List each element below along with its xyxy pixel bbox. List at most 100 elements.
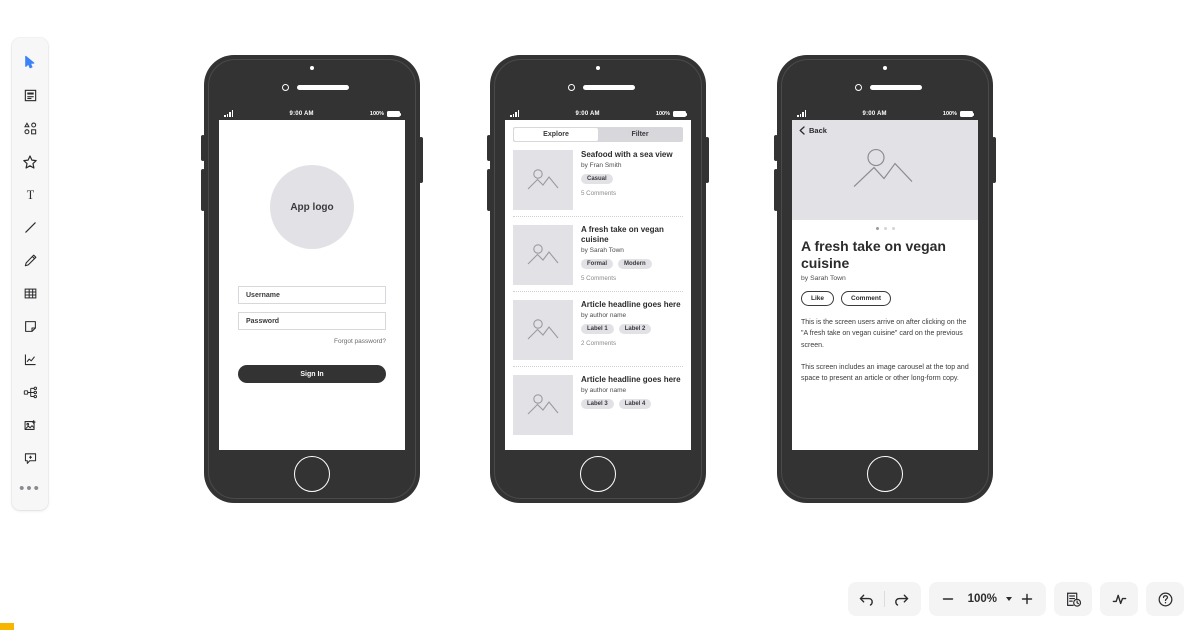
list-item[interactable]: Seafood with a sea view by Fran Smith Ca… bbox=[513, 142, 683, 217]
list-item[interactable]: Article headline goes here by author nam… bbox=[513, 367, 683, 441]
sticky-note-tool[interactable] bbox=[14, 310, 46, 343]
add-comment-tool[interactable] bbox=[14, 442, 46, 475]
add-image-tool[interactable] bbox=[14, 409, 46, 442]
version-history-button[interactable] bbox=[1058, 584, 1088, 614]
comment-button[interactable]: Comment bbox=[841, 291, 891, 307]
chevron-left-icon bbox=[799, 126, 805, 135]
article-paragraph-1: This is the screen users arrive on after… bbox=[801, 319, 967, 349]
like-button[interactable]: Like bbox=[801, 291, 835, 307]
camera-dot bbox=[883, 66, 887, 70]
tab-explore[interactable]: Explore bbox=[514, 128, 598, 141]
speaker-grill bbox=[583, 85, 635, 90]
version-history-icon bbox=[1066, 592, 1081, 607]
table-tool[interactable] bbox=[14, 277, 46, 310]
zoom-out-button[interactable] bbox=[933, 584, 963, 614]
app-root: T ••• 9:00 AM 100% App logo Username Pas… bbox=[0, 0, 1200, 630]
home-button[interactable] bbox=[867, 456, 903, 492]
select-tool[interactable] bbox=[14, 46, 46, 79]
carousel-dots[interactable] bbox=[792, 227, 978, 230]
tag-badge[interactable]: Label 2 bbox=[618, 324, 652, 335]
status-bar-left bbox=[510, 110, 520, 117]
mindmap-tool[interactable] bbox=[14, 376, 46, 409]
text-tool[interactable]: T bbox=[14, 178, 46, 211]
tag-badge[interactable]: Label 3 bbox=[581, 399, 614, 410]
help-button[interactable] bbox=[1150, 584, 1180, 614]
phone-screen-list: 9:00 AM 100% Explore Filter Seafood with… bbox=[505, 107, 691, 450]
frame-tool[interactable] bbox=[14, 79, 46, 112]
article-paragraph-2: This screen includes an image carousel a… bbox=[801, 364, 969, 383]
carousel-dot[interactable] bbox=[875, 227, 879, 230]
password-input[interactable]: Password bbox=[238, 312, 386, 330]
thumbnail-placeholder bbox=[513, 225, 573, 285]
list-item-comments: 2 Comments bbox=[581, 340, 617, 348]
segmented-control: Explore Filter bbox=[513, 127, 683, 142]
signal-icon bbox=[797, 110, 807, 117]
undo-button[interactable] bbox=[852, 584, 882, 614]
activity-button[interactable] bbox=[1104, 584, 1134, 614]
home-button[interactable] bbox=[294, 456, 330, 492]
activity-icon bbox=[1112, 594, 1126, 604]
list-item-author: by author name bbox=[581, 312, 627, 320]
shapes-tool[interactable] bbox=[14, 112, 46, 145]
zoom-level-label: 100% bbox=[967, 593, 997, 605]
status-bar-right: 100% bbox=[656, 110, 688, 117]
list-item-tags: Label 1 Label 2 bbox=[581, 324, 683, 335]
list-item-content: Article headline goes here by author nam… bbox=[581, 375, 683, 435]
tab-filter[interactable]: Filter bbox=[598, 128, 682, 141]
carousel-dot[interactable] bbox=[891, 227, 895, 230]
tag-badge[interactable]: Label 1 bbox=[581, 324, 614, 335]
redo-button[interactable] bbox=[887, 584, 917, 614]
zoom-in-button[interactable] bbox=[1012, 584, 1042, 614]
status-bar-left bbox=[797, 110, 807, 117]
more-tools-button[interactable]: ••• bbox=[14, 475, 46, 508]
forgot-password-link[interactable]: Forgot password? bbox=[238, 338, 386, 345]
tag-badge[interactable]: Modern bbox=[618, 259, 652, 270]
list-item-title: Article headline goes here bbox=[581, 300, 681, 309]
speaker-grill bbox=[297, 85, 349, 90]
star-tool[interactable] bbox=[14, 145, 46, 178]
list-item-content: A fresh take on vegan cuisine by Sarah T… bbox=[581, 225, 683, 285]
username-input[interactable]: Username bbox=[238, 286, 386, 304]
battery-icon bbox=[672, 110, 688, 117]
hero-image-carousel[interactable]: Back bbox=[792, 120, 978, 220]
list-item[interactable]: A fresh take on vegan cuisine by Sarah T… bbox=[513, 217, 683, 292]
status-bar-time: 9:00 AM bbox=[289, 110, 314, 117]
canvas[interactable]: 9:00 AM 100% App logo Username Password … bbox=[60, 0, 1200, 630]
list-item-title: Article headline goes here bbox=[581, 375, 681, 384]
home-button[interactable] bbox=[580, 456, 616, 492]
pencil-tool[interactable] bbox=[14, 244, 46, 277]
status-bar: 9:00 AM 100% bbox=[219, 107, 405, 120]
back-button[interactable]: Back bbox=[799, 126, 827, 135]
camera-dot bbox=[310, 66, 314, 70]
status-bar-left bbox=[224, 110, 234, 117]
battery-percent-label: 100% bbox=[369, 110, 384, 117]
sign-in-button[interactable]: Sign In bbox=[238, 365, 386, 383]
sensor-icon bbox=[855, 84, 862, 91]
left-toolbar: T ••• bbox=[12, 38, 48, 510]
article-list: Seafood with a sea view by Fran Smith Ca… bbox=[505, 142, 691, 441]
status-bar: 9:00 AM 100% bbox=[792, 107, 978, 120]
list-item-content: Article headline goes here by author nam… bbox=[581, 300, 683, 360]
status-bar-time: 9:00 AM bbox=[862, 110, 887, 117]
list-item[interactable]: Article headline goes here by author nam… bbox=[513, 292, 683, 367]
tag-badge[interactable]: Formal bbox=[581, 259, 614, 270]
speaker-grill bbox=[870, 85, 922, 90]
undo-icon bbox=[859, 594, 873, 606]
redo-icon bbox=[895, 594, 909, 606]
tag-badge[interactable]: Casual bbox=[581, 174, 613, 185]
status-bar-right: 100% bbox=[369, 110, 402, 117]
chart-tool[interactable] bbox=[14, 343, 46, 376]
plus-icon bbox=[1021, 593, 1033, 605]
zoom-level-dropdown[interactable]: 100% bbox=[963, 584, 1012, 614]
tag-badge[interactable]: Label 4 bbox=[618, 399, 652, 410]
line-tool[interactable] bbox=[14, 211, 46, 244]
history-group bbox=[847, 582, 921, 616]
sensor-icon bbox=[568, 84, 575, 91]
volume-down-button bbox=[487, 169, 491, 211]
list-item-tags: Formal Modern bbox=[581, 259, 683, 270]
signal-icon bbox=[224, 110, 234, 117]
list-item-tags: Label 3 Label 4 bbox=[581, 399, 683, 410]
volume-down-button bbox=[774, 169, 778, 211]
zoom-group: 100% bbox=[928, 582, 1046, 616]
carousel-dot[interactable] bbox=[883, 227, 887, 230]
